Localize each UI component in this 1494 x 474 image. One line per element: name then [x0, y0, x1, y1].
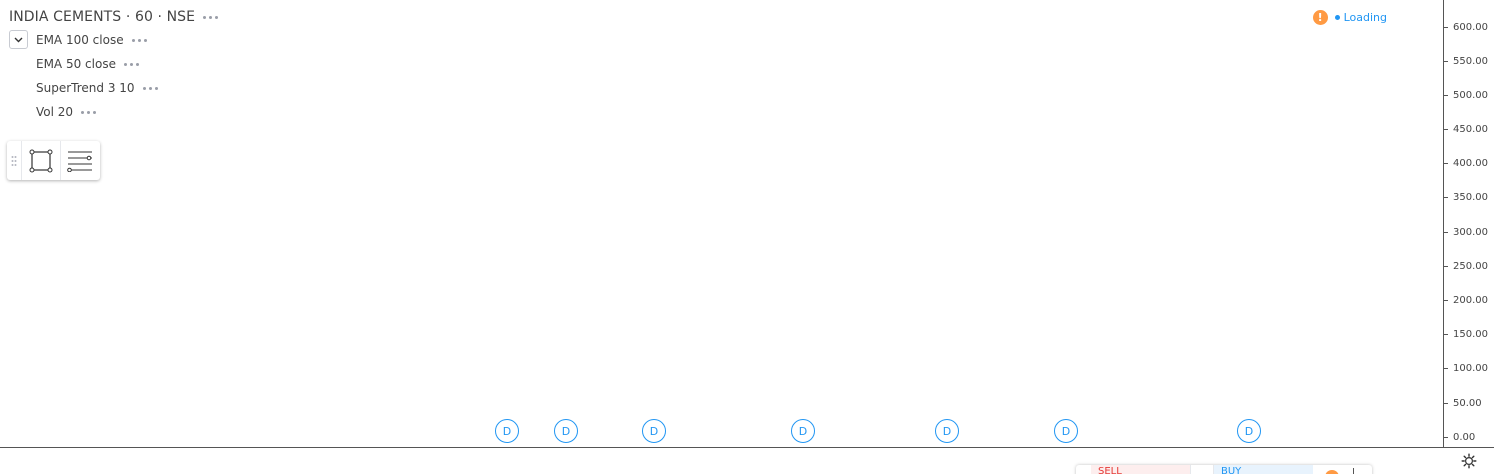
- rectangle-icon: [29, 149, 53, 172]
- price-tick: 100.00: [1444, 363, 1494, 375]
- fib-levels-tool-button[interactable]: [60, 141, 99, 180]
- dividend-marker[interactable]: D: [791, 419, 815, 443]
- price-tick-label: 50.00: [1453, 398, 1482, 409]
- price-tick: 300.00: [1444, 227, 1494, 239]
- price-tick: 250.00: [1444, 261, 1494, 273]
- legend-collapse-button[interactable]: [9, 30, 28, 49]
- price-tick: 200.00: [1444, 295, 1494, 307]
- rectangle-tool-button[interactable]: [21, 141, 60, 180]
- chevron-down-icon: [14, 37, 23, 42]
- quantity-box[interactable]: [1190, 465, 1214, 474]
- buy-sell-panel: SELL BUY: [1076, 465, 1372, 474]
- indicator-label: EMA 100 close: [36, 33, 124, 47]
- plus-icon[interactable]: [1353, 468, 1354, 474]
- chart-pane[interactable]: INDIA CEMENTS · 60 · NSE EMA 100 close E…: [0, 0, 1443, 447]
- dividend-marker[interactable]: D: [1237, 419, 1261, 443]
- fib-levels-icon: [67, 150, 92, 172]
- price-tick-label: 350.00: [1453, 192, 1488, 203]
- floating-drawing-toolbar: [7, 141, 100, 180]
- indicator-more-icon[interactable]: [131, 38, 147, 42]
- price-tick-label: 450.00: [1453, 124, 1488, 135]
- dividend-marker[interactable]: D: [495, 419, 519, 443]
- indicator-label: SuperTrend 3 10: [36, 81, 135, 95]
- indicator-volume[interactable]: Vol 20: [36, 100, 158, 124]
- warning-icon[interactable]: !: [1312, 10, 1328, 25]
- dividend-marker[interactable]: D: [1054, 419, 1078, 443]
- sell-button[interactable]: SELL: [1091, 465, 1190, 474]
- price-tick-label: 200.00: [1453, 295, 1488, 306]
- symbol-title: INDIA CEMENTS · 60 · NSE: [9, 9, 196, 25]
- symbol-title-row[interactable]: INDIA CEMENTS · 60 · NSE: [9, 7, 219, 27]
- indicator-ema100[interactable]: EMA 100 close: [36, 28, 158, 52]
- settings-gear-icon: [1461, 453, 1477, 469]
- price-tick: 350.00: [1444, 192, 1494, 204]
- indicator-more-icon[interactable]: [142, 86, 158, 90]
- price-tick-label: 100.00: [1453, 363, 1488, 374]
- indicator-more-icon[interactable]: [81, 110, 97, 114]
- loading-status: ! Loading: [1312, 10, 1387, 25]
- price-tick-label: 400.00: [1453, 158, 1488, 169]
- chart-settings-button[interactable]: [1443, 447, 1494, 474]
- symbol-more-icon[interactable]: [203, 15, 219, 19]
- drag-grip-icon[interactable]: [7, 141, 21, 180]
- dividend-marker[interactable]: D: [935, 419, 959, 443]
- dividend-marker[interactable]: D: [554, 419, 578, 443]
- price-tick: 450.00: [1444, 124, 1494, 136]
- indicator-supertrend[interactable]: SuperTrend 3 10: [36, 76, 158, 100]
- indicator-ema50[interactable]: EMA 50 close: [36, 52, 158, 76]
- chart-window: INDIA CEMENTS · 60 · NSE EMA 100 close E…: [0, 0, 1494, 474]
- price-tick: 600.00: [1444, 22, 1494, 34]
- price-tick: 150.00: [1444, 329, 1494, 341]
- price-scale[interactable]: 600.00 550.00 500.00 450.00 400.00 350.0…: [1443, 0, 1494, 447]
- price-tick-label: 600.00: [1453, 22, 1488, 33]
- price-tick: 550.00: [1444, 56, 1494, 68]
- loading-text: Loading: [1343, 11, 1387, 24]
- price-tick-label: 300.00: [1453, 227, 1488, 238]
- chart-legend: INDIA CEMENTS · 60 · NSE EMA 100 close E…: [9, 7, 219, 119]
- price-tick: 500.00: [1444, 90, 1494, 102]
- dividend-marker[interactable]: D: [642, 419, 666, 443]
- price-tick: 400.00: [1444, 158, 1494, 170]
- indicator-list: EMA 100 close EMA 50 close SuperTrend 3 …: [36, 28, 158, 124]
- broker-icon[interactable]: [1325, 470, 1339, 474]
- buy-button[interactable]: BUY: [1214, 465, 1313, 474]
- indicator-label: Vol 20: [36, 105, 74, 119]
- price-tick: 0.00: [1444, 432, 1494, 444]
- loading-dot-icon: [1334, 15, 1340, 20]
- price-tick-label: 550.00: [1453, 56, 1488, 67]
- indicator-label: EMA 50 close: [36, 57, 116, 71]
- price-tick: 50.00: [1444, 398, 1494, 410]
- price-tick-label: 250.00: [1453, 261, 1488, 272]
- indicator-more-icon[interactable]: [123, 62, 139, 66]
- price-tick-label: 0.00: [1453, 432, 1476, 443]
- price-tick-label: 500.00: [1453, 90, 1488, 101]
- price-tick-label: 150.00: [1453, 329, 1488, 340]
